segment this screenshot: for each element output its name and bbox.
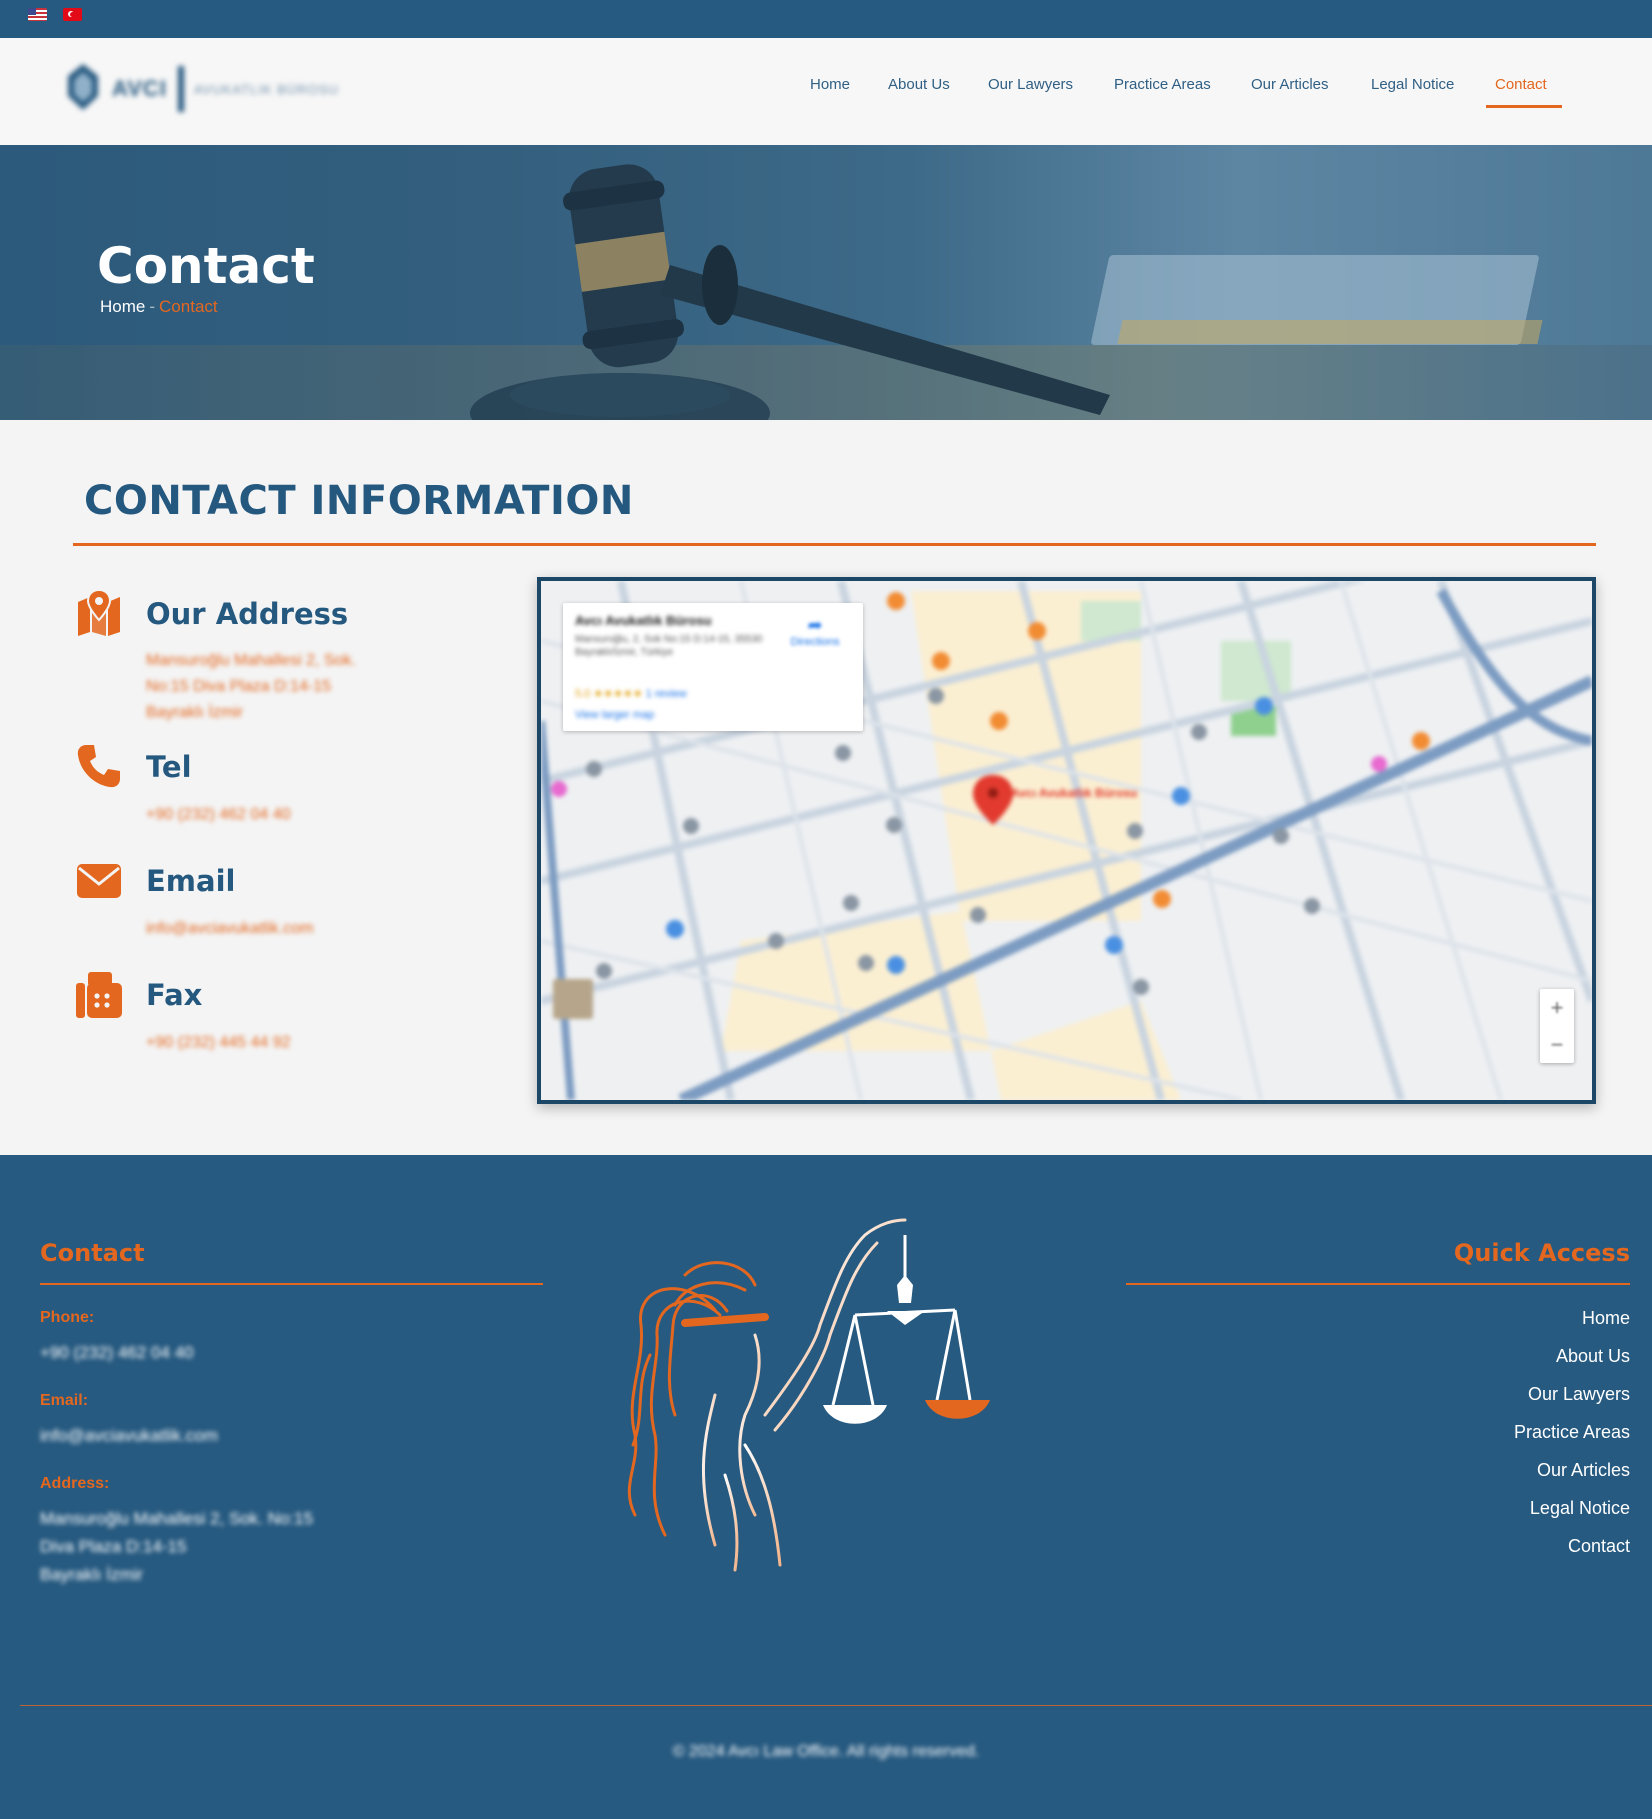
footer-phone-value[interactable]: +90 (232) 462 04 40 [40, 1339, 194, 1367]
site-footer: Contact Phone: +90 (232) 462 04 40 Email… [0, 1155, 1652, 1819]
zoom-in-button[interactable]: + [1540, 989, 1574, 1026]
map-card-reviews[interactable]: 1 review [646, 688, 687, 700]
footer-link-our-articles[interactable]: Our Articles [1537, 1460, 1630, 1481]
map-place-card: Avcı Avukatlık Bürosu Mansuroğlu, 2, Sok… [563, 603, 863, 731]
footer-link-legal-notice[interactable]: Legal Notice [1530, 1498, 1630, 1519]
footer-phone-label: Phone: [40, 1309, 95, 1326]
footer-divider [20, 1705, 1652, 1706]
breadcrumb: Home - Contact [100, 297, 218, 317]
site-header: AVCI AVUKATLIK BÜROSU Home About Us Our … [0, 38, 1652, 145]
map-icon [78, 590, 120, 636]
footer-link-home[interactable]: Home [1582, 1308, 1630, 1329]
contact-info-heading: CONTACT INFORMATION [84, 478, 634, 524]
footer-link-practice-areas[interactable]: Practice Areas [1514, 1422, 1630, 1443]
lady-justice-icon [627, 1218, 990, 1572]
gavel-image [470, 164, 1110, 420]
us-flag-icon[interactable] [28, 8, 47, 21]
email-label: Email [146, 864, 236, 898]
map-card-rating: 5.0 ★★★★★ [575, 688, 643, 700]
address-label: Our Address [146, 597, 349, 631]
google-map[interactable]: Avcı Avukatlık Bürosu Avcı Avukatlık Bür… [537, 577, 1596, 1104]
email-value[interactable]: info@avciavukatlik.com [146, 916, 313, 942]
tel-value[interactable]: +90 (232) 462 04 40 [146, 802, 291, 828]
fax-label: Fax [146, 978, 203, 1012]
map-card-address: Mansuroğlu, 2, Sok No:15 D:14-15, 35530 … [575, 634, 763, 658]
footer-address-label: Address: [40, 1475, 110, 1492]
zoom-out-button[interactable]: − [1540, 1026, 1574, 1063]
breadcrumb-current: Contact [159, 297, 218, 316]
fax-icon [76, 972, 122, 1018]
breadcrumb-separator: - [149, 297, 156, 316]
directions-icon: ➦ [807, 615, 823, 635]
footer-link-our-lawyers[interactable]: Our Lawyers [1528, 1384, 1630, 1405]
map-card-title: Avcı Avukatlık Bürosu [575, 613, 712, 628]
turkey-flag-icon[interactable] [63, 8, 82, 21]
footer-quick-heading: Quick Access [1453, 1239, 1630, 1267]
map-zoom-controls: + − [1540, 989, 1574, 1063]
footer-contact-divider [40, 1283, 543, 1285]
address-value: Mansuroğlu Mahallesi 2, Sok. No:15 Diva … [146, 652, 356, 721]
map-pin-label: Avcı Avukatlık Bürosu [1011, 786, 1137, 800]
nav-active-underline [1486, 105, 1562, 108]
directions-button[interactable]: ➦ Directions [785, 615, 845, 648]
fax-value: +90 (232) 445 44 92 [146, 1034, 291, 1051]
footer-address-value: Mansuroğlu Mahallesi 2, Sok. No:15 Diva … [40, 1509, 314, 1584]
tel-label: Tel [146, 750, 192, 784]
footer-link-about-us[interactable]: About Us [1556, 1346, 1630, 1367]
footer-contact-heading: Contact [40, 1239, 145, 1267]
page-title: Contact [97, 237, 315, 295]
top-bar [0, 0, 1652, 38]
copyright-text: © 2024 Avcı Law Office. All rights reser… [672, 1743, 980, 1760]
breadcrumb-home[interactable]: Home [100, 297, 145, 316]
phone-icon [77, 745, 120, 788]
envelope-icon [77, 864, 121, 898]
page-hero: Contact Home - Contact [0, 145, 1652, 420]
footer-link-contact[interactable]: Contact [1568, 1536, 1630, 1557]
footer-email-label: Email: [40, 1392, 89, 1409]
footer-email-value[interactable]: info@avciavukatlik.com [40, 1422, 218, 1450]
footer-quick-divider [1126, 1283, 1630, 1285]
heading-divider [73, 543, 1596, 546]
view-larger-map-link[interactable]: View larger map [575, 709, 654, 721]
